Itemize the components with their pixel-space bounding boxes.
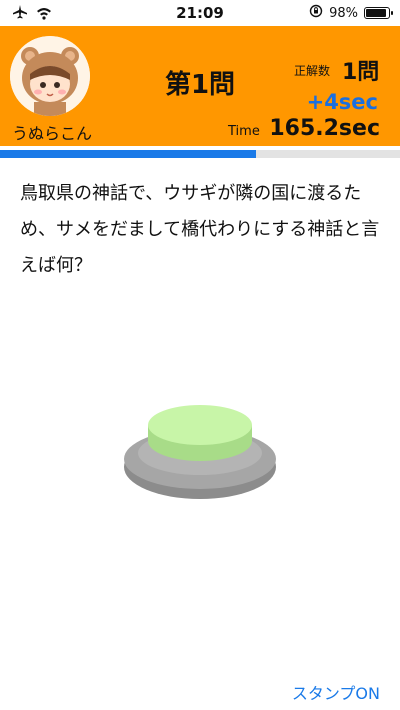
time-label: Time <box>228 124 260 139</box>
battery-icon <box>364 7 393 19</box>
buzzer-button[interactable] <box>120 395 280 505</box>
bear-hood-girl-icon <box>10 36 90 116</box>
stamp-toggle-button[interactable]: スタンプON <box>292 680 380 704</box>
correct-count-value: 1問 <box>342 60 380 85</box>
correct-count-label: 正解数 <box>294 64 331 78</box>
quiz-header: うぬらこん 第1問 正解数 1問 +4sec Time 165.2sec <box>0 26 400 146</box>
status-bar: 21:09 98% <box>0 0 400 26</box>
question-text: 鳥取県の神話で、ウサギが隣の国に渡るため、サメをだまして橋代わりにする神話と言え… <box>20 183 380 276</box>
quiz-number: 第1問 <box>164 70 236 100</box>
battery-percent: 98% <box>329 5 358 21</box>
progress-fill <box>0 150 256 158</box>
progress-track <box>0 150 400 158</box>
time-bonus: +4sec <box>306 90 378 114</box>
avatar[interactable] <box>10 36 90 116</box>
username: うぬらこん <box>12 124 93 143</box>
time-remaining: 165.2sec <box>269 116 380 141</box>
orientation-lock-icon <box>309 4 323 22</box>
